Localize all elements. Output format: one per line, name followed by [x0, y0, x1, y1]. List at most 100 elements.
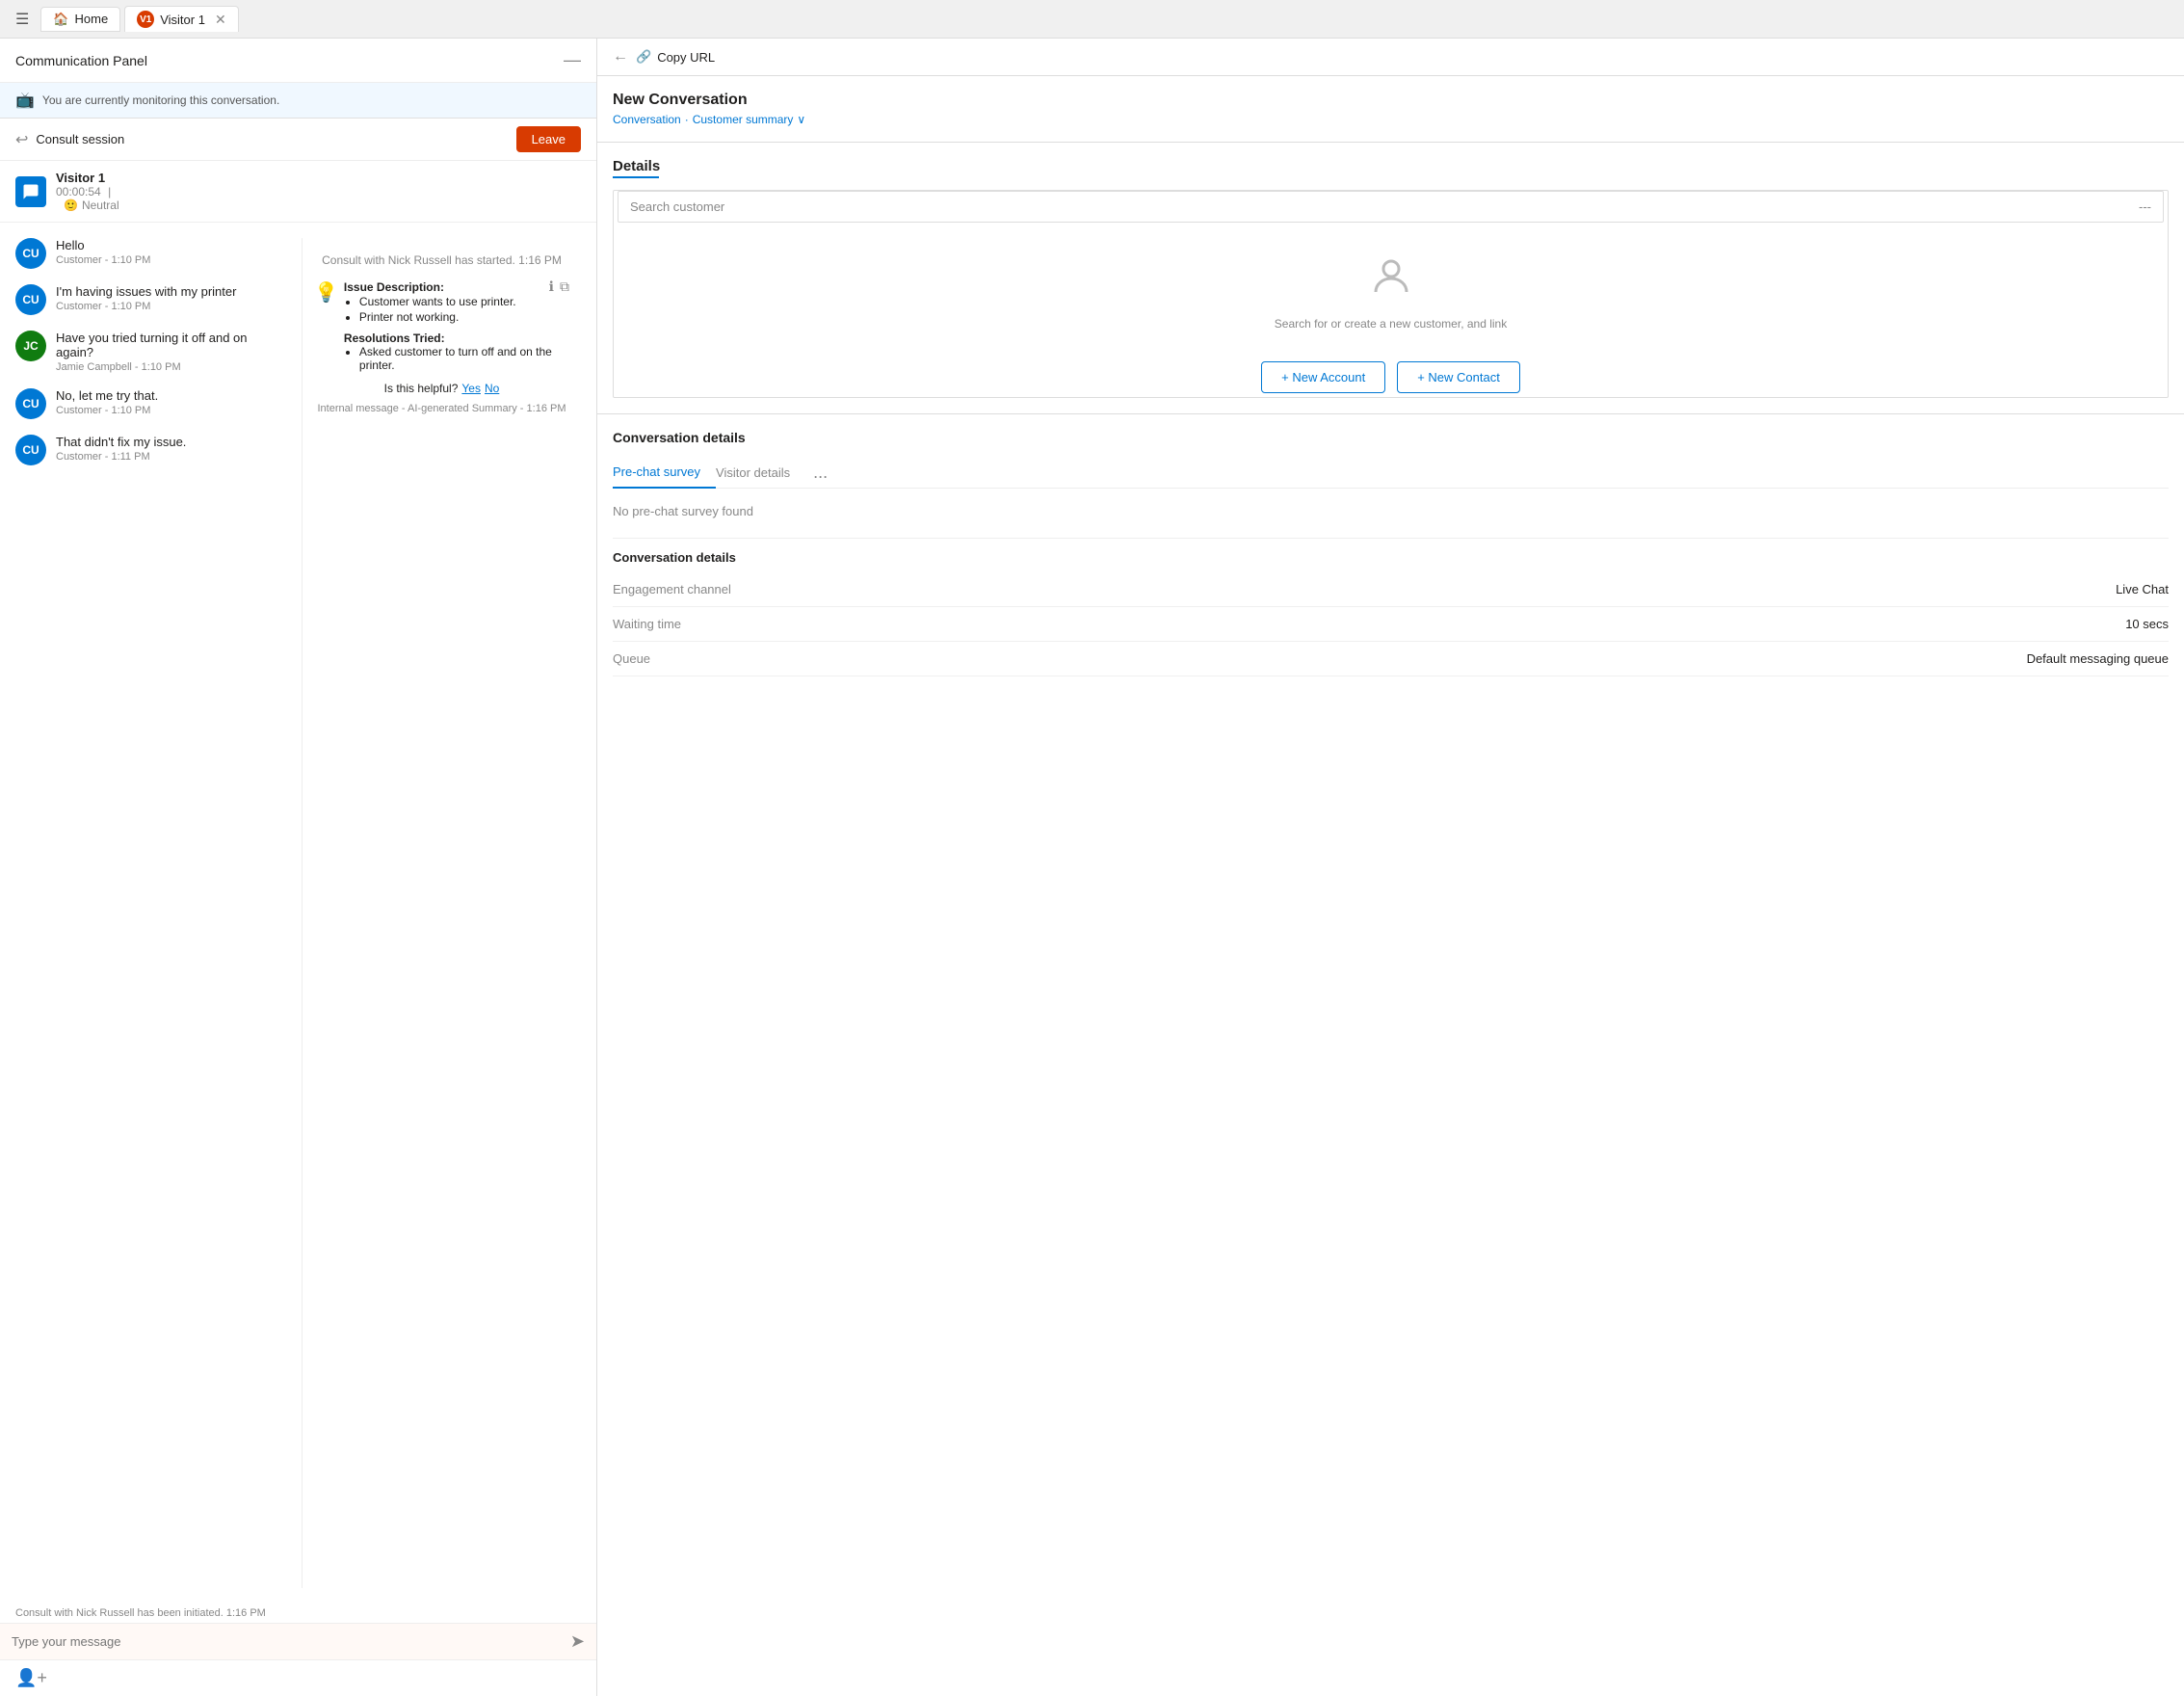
visitor-tab-label: Visitor 1: [160, 13, 205, 27]
copy-url-button[interactable]: 🔗 Copy URL: [636, 49, 715, 65]
sentiment-icon: 🙂: [64, 199, 78, 212]
chat-message: CU No, let me try that. Customer - 1:10 …: [15, 388, 286, 419]
conversation-details-section: Conversation details Pre-chat survey Vis…: [597, 414, 2184, 1696]
home-tab-label: Home: [75, 12, 109, 26]
monitor-icon: 📺: [15, 91, 35, 110]
summary-action-icons: ℹ ⧉: [549, 278, 569, 295]
conv-details-sub-title: Conversation details: [613, 550, 2169, 565]
list-item: Printer not working.: [359, 310, 569, 324]
add-user-icon[interactable]: 👤+: [15, 1668, 47, 1688]
detail-value: Default messaging queue: [2027, 651, 2169, 666]
ai-notice: Internal message - AI-generated Summary …: [314, 403, 569, 414]
right-panel: ← 🔗 Copy URL New Conversation Conversati…: [597, 39, 2184, 1696]
resolutions-label: Resolutions Tried:: [344, 331, 569, 345]
message-content: Hello Customer - 1:10 PM: [56, 238, 150, 266]
visitor-info-bar: Visitor 1 00:00:54 | 🙂 Neutral: [0, 161, 596, 223]
breadcrumb-conversation[interactable]: Conversation: [613, 113, 681, 126]
monitoring-banner: 📺 You are currently monitoring this conv…: [0, 83, 596, 119]
tab-pre-chat-survey[interactable]: Pre-chat survey: [613, 457, 716, 489]
message-meta: Customer - 1:10 PM: [56, 405, 158, 416]
send-button[interactable]: ➤: [570, 1631, 585, 1652]
message-avatar: CU: [15, 435, 46, 465]
copy-url-icon: 🔗: [636, 49, 651, 65]
visitor-time: 00:00:54 | 🙂 Neutral: [56, 185, 119, 212]
issue-description-label: Issue Description:: [344, 280, 444, 294]
message-content: No, let me try that. Customer - 1:10 PM: [56, 388, 158, 416]
details-title: Details: [613, 158, 2169, 174]
new-conversation-title: New Conversation: [613, 92, 2169, 109]
new-contact-button[interactable]: + New Contact: [1397, 361, 1520, 393]
home-icon: 🏠: [53, 12, 68, 27]
chat-messages: CU Hello Customer - 1:10 PM CU I'm havin…: [15, 238, 286, 1588]
summary-top: 💡 Issue Description: ℹ ⧉ Customer wants …: [314, 278, 569, 374]
chat-message: CU I'm having issues with my printer Cus…: [15, 284, 286, 315]
chevron-down-icon[interactable]: ∨: [797, 113, 805, 126]
visitor-tab[interactable]: V1 Visitor 1 ✕: [124, 6, 238, 32]
message-meta: Customer - 1:10 PM: [56, 301, 236, 312]
summary-side-panel: Consult with Nick Russell has started. 1…: [302, 238, 581, 1588]
consult-session-bar: ↩ Consult session Leave: [0, 119, 596, 161]
monitoring-text: You are currently monitoring this conver…: [42, 93, 279, 107]
detail-label: Engagement channel: [613, 582, 731, 596]
helpful-text: Is this helpful?: [384, 382, 459, 395]
message-text: Hello: [56, 238, 150, 252]
message-content: I'm having issues with my printer Custom…: [56, 284, 236, 312]
detail-row: Waiting time 10 secs: [613, 607, 2169, 642]
message-text: That didn't fix my issue.: [56, 435, 186, 449]
minimize-icon[interactable]: —: [564, 50, 581, 70]
breadcrumb-customer-summary[interactable]: Customer summary: [693, 113, 794, 126]
comm-panel-title: Communication Panel: [15, 53, 147, 68]
detail-value: Live Chat: [2116, 582, 2169, 596]
helpful-row: Is this helpful? Yes No: [314, 382, 569, 395]
yes-button[interactable]: Yes: [461, 382, 481, 395]
visitor-sentiment: 🙂 Neutral: [64, 199, 119, 212]
breadcrumb-separator: ·: [685, 113, 689, 126]
back-button[interactable]: ←: [613, 48, 628, 66]
tab-more-icon[interactable]: ...: [813, 463, 828, 483]
visitor-tab-avatar: V1: [137, 11, 154, 28]
system-notice: Consult with Nick Russell has been initi…: [0, 1603, 596, 1623]
message-avatar: CU: [15, 284, 46, 315]
message-content: That didn't fix my issue. Customer - 1:1…: [56, 435, 186, 463]
customer-search-container: Search customer --- Search for or create…: [613, 190, 2169, 398]
new-account-button[interactable]: + New Account: [1261, 361, 1385, 393]
detail-value: 10 secs: [2125, 617, 2169, 631]
right-header: ← 🔗 Copy URL: [597, 39, 2184, 76]
details-underline: [613, 176, 659, 178]
home-tab[interactable]: 🏠 Home: [40, 7, 120, 32]
detail-label: Queue: [613, 651, 650, 666]
new-conversation-section: New Conversation Conversation · Customer…: [597, 76, 2184, 143]
message-input[interactable]: [12, 1634, 563, 1649]
leave-button[interactable]: Leave: [516, 126, 581, 152]
divider-line: [613, 538, 2169, 539]
detail-row: Queue Default messaging queue: [613, 642, 2169, 676]
lightbulb-icon: 💡: [314, 280, 338, 305]
resolution-list: Asked customer to turn off and on the pr…: [344, 345, 569, 372]
consult-icon: ↩: [15, 130, 28, 149]
copy-icon[interactable]: ⧉: [560, 278, 569, 295]
message-avatar: CU: [15, 388, 46, 419]
consult-start-notice: Consult with Nick Russell has started. 1…: [314, 250, 569, 271]
list-item: Asked customer to turn off and on the pr…: [359, 345, 569, 372]
info-icon[interactable]: ℹ: [549, 278, 554, 295]
message-meta: Customer - 1:11 PM: [56, 451, 186, 463]
hamburger-icon[interactable]: ☰: [8, 6, 37, 33]
issue-list: Customer wants to use printer.Printer no…: [344, 295, 569, 324]
conv-details-title: Conversation details: [613, 430, 2169, 445]
copy-url-label: Copy URL: [657, 50, 715, 65]
message-meta: Jamie Campbell - 1:10 PM: [56, 361, 286, 373]
visitor-name: Visitor 1: [56, 171, 119, 185]
message-meta: Customer - 1:10 PM: [56, 254, 150, 266]
message-input-area: ➤: [0, 1623, 596, 1659]
close-tab-icon[interactable]: ✕: [215, 12, 226, 28]
tab-visitor-details[interactable]: Visitor details: [716, 458, 805, 488]
details-section: Details Search customer --- Search for o…: [597, 143, 2184, 414]
no-button[interactable]: No: [485, 382, 499, 395]
message-text: No, let me try that.: [56, 388, 158, 403]
empty-user-icon: [1368, 253, 1414, 309]
detail-row: Engagement channel Live Chat: [613, 572, 2169, 607]
bottom-toolbar: 👤+: [0, 1659, 596, 1696]
search-customer-label: Search customer: [630, 199, 724, 214]
consult-session-info: ↩ Consult session: [15, 130, 124, 149]
chat-message: JC Have you tried turning it off and on …: [15, 331, 286, 373]
